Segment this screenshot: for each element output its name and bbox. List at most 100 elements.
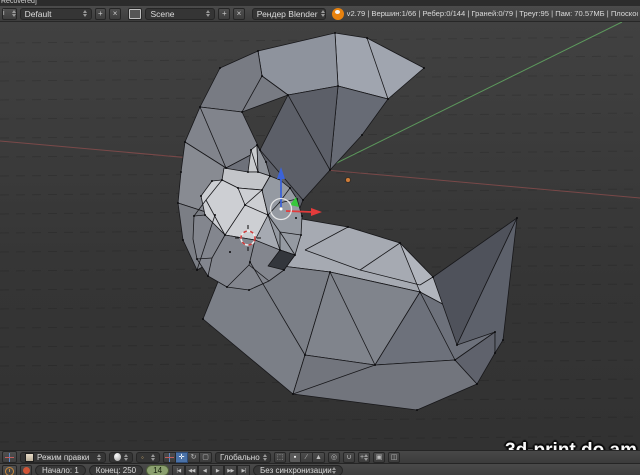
edge-select-toggle[interactable]: ∕ [301,452,313,463]
playback-button[interactable]: ▶| [237,465,250,475]
scene-value: Scene [150,9,174,19]
mesh-vertex [337,85,339,87]
translate-manipulator-toggle[interactable]: ✛ [176,452,188,463]
mesh-vertex [456,344,458,346]
pivot-icon: ◦ [141,453,144,462]
frame-start-value: Начало: 1 [42,466,79,475]
orientation-value: Глобально [220,453,260,462]
editor-type-button-3d[interactable] [2,451,17,463]
mesh-vertex [184,141,186,143]
rotate-icon: ↻ [191,453,197,461]
chevron-updown-icon [97,454,101,461]
manipulator-pointer-toggle[interactable] [163,452,176,463]
manipulator-toggles: ✛ ↻ ▢ [163,452,212,463]
blender-logo-icon [332,8,344,20]
mesh-vertex [295,217,297,219]
mesh-vertex [256,144,258,146]
editor-type-button[interactable]: i [2,8,17,20]
playback-buttons: |◀◀◀◀▶▶▶▶| [172,465,250,475]
viewport-canvas[interactable] [0,22,640,450]
scale-manipulator-toggle[interactable]: ▢ [200,452,212,463]
opengl-render-button[interactable]: ▣ [373,452,385,463]
current-frame-field[interactable]: 14 [146,465,169,475]
playback-button[interactable]: ◀ [198,465,211,475]
chevron-updown-icon [124,454,128,461]
face-select-toggle[interactable]: ▲ [313,452,325,463]
mode-dropdown[interactable]: Режим правки [20,452,106,463]
close-icon: × [237,9,242,18]
close-scene-button[interactable]: × [233,8,245,20]
scene-browse-button[interactable] [128,8,143,20]
select-mode-toggles: ▪ ∕ ▲ [289,452,325,463]
blender-window: { "window": { "title": "Recovered]" }, "… [0,0,640,475]
limit-selection-button[interactable]: ⬚ [274,452,286,463]
mesh-vertex [219,67,221,69]
mesh-vertex [225,167,227,169]
magnet-icon: ∪ [346,453,351,461]
sync-dropdown[interactable]: Без синхронизации [253,465,343,475]
mesh-vertex [196,269,198,271]
axes-icon [165,453,174,462]
vertex-select-toggle[interactable]: ▪ [289,452,301,463]
playback-button[interactable]: ▶ [211,465,224,475]
frame-end-field[interactable]: Конец: 250 [89,465,143,475]
scene-dropdown[interactable]: Scene [145,8,215,20]
mesh-vertex [259,149,261,151]
translate-icon: ✛ [179,453,185,461]
clock-icon [5,467,14,475]
mesh-face [330,86,388,170]
screen-layout-dropdown[interactable]: Default [20,8,92,20]
mesh-vertex [261,75,263,77]
mesh-vertex [494,331,496,333]
mesh-vertex [257,171,259,173]
chevron-updown-icon [206,10,210,17]
orientation-dropdown[interactable]: Глобально [215,452,271,463]
frame-start-field[interactable]: Начало: 1 [35,465,86,475]
mesh-vertex [416,409,418,411]
vertex-icon: ▪ [294,454,296,461]
mesh-vertex [224,234,226,236]
render-engine-dropdown[interactable]: Рендер Blender [252,8,326,20]
mesh-vertex [214,214,216,216]
mesh-vertex [261,189,263,191]
mesh-vertex [287,94,289,96]
proportional-edit-dropdown[interactable]: ◎ [328,452,340,463]
mesh-vertex [207,275,209,277]
auto-keyframe-button[interactable] [20,465,32,475]
rotate-manipulator-toggle[interactable]: ↻ [188,452,200,463]
add-layout-button[interactable]: + [95,8,107,20]
playback-button[interactable]: ◀◀ [185,465,198,475]
mesh-vertex [387,98,389,100]
playback-button[interactable]: ▶▶ [224,465,237,475]
mesh-vertex [226,286,228,288]
opengl-render-anim-button[interactable]: ◫ [388,452,400,463]
mesh-vertex [399,242,401,244]
grid-line [0,208,640,214]
snap-element-dropdown[interactable]: + [358,452,370,463]
edit-mode-icon [25,453,34,462]
scene-stats: v2.79 | Вершин:1/66 | Ребер:0/144 | Гран… [347,9,638,18]
mesh-vertex [241,111,243,113]
chevron-updown-icon [332,467,336,474]
snap-magnet-button[interactable]: ∪ [343,452,355,463]
mesh-vertex [419,291,421,293]
mesh-vertex [269,175,271,177]
selected-vertex-dot [280,208,283,211]
mesh-vertex [200,195,202,197]
chevron-updown-icon [321,10,325,17]
viewport-shading-dropdown[interactable] [109,452,133,463]
info-icon: i [3,10,5,17]
scale-icon: ▢ [202,453,209,461]
pivot-dropdown[interactable]: ◦ [136,452,160,463]
close-layout-button[interactable]: × [109,8,121,20]
playback-button[interactable]: |◀ [172,465,185,475]
viewport-3d-icon [5,453,14,462]
view3d-header: Режим правки ◦ ✛ ↻ ▢ Глобально ⬚ ▪ ∕ ▲ ◎… [0,450,640,463]
timeline-header: Начало: 1 Конец: 250 14 |◀◀◀◀▶▶▶▶| Без с… [0,463,640,475]
timeline-editor-button[interactable] [2,465,17,475]
mesh-vertex [423,67,425,69]
mesh-vertex [265,161,267,163]
viewport-3d[interactable] [0,22,640,450]
mesh-vertex [334,32,336,34]
add-scene-button[interactable]: + [218,8,230,20]
